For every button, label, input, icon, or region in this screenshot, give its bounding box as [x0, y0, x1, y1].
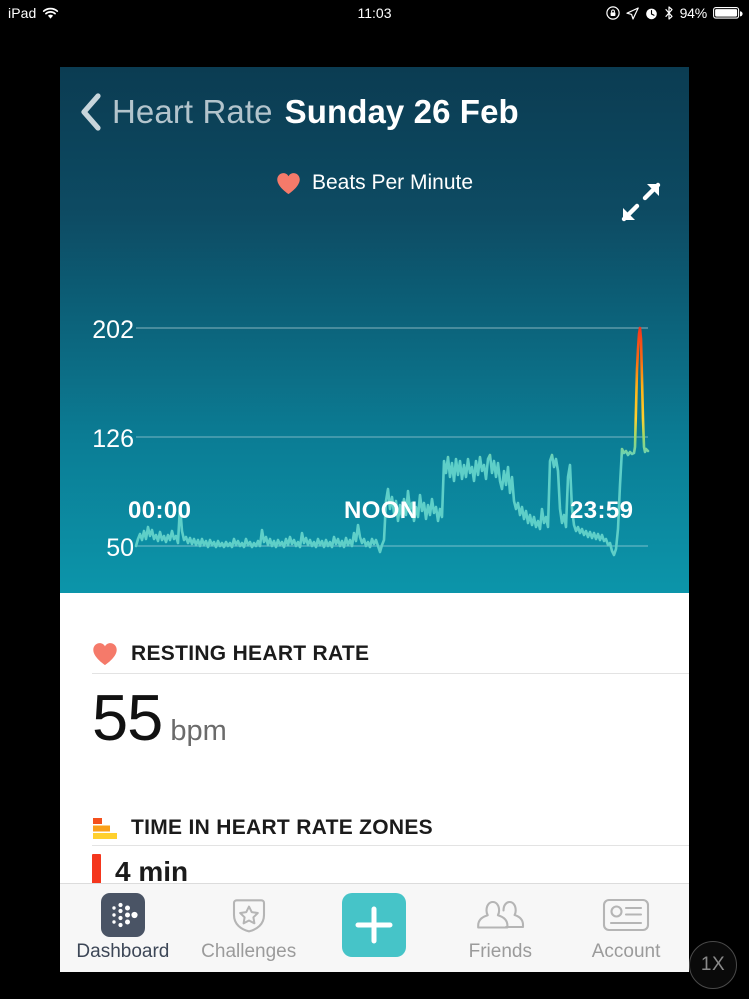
resting-heart-rate-header[interactable]: RESTING HEART RATE: [60, 637, 689, 671]
heart-rate-zones-header[interactable]: TIME IN HEART RATE ZONES: [60, 811, 689, 845]
alarm-clock-icon: [645, 8, 657, 19]
tab-challenges-icon-wrap: [227, 893, 271, 937]
scale-toggle-button[interactable]: 1X: [689, 941, 737, 989]
heart-rate-chart[interactable]: 202 126 50 00:00 NOON 23:59: [60, 209, 689, 593]
tab-account-icon-wrap: [600, 893, 652, 937]
resting-heart-rate-unit: bpm: [170, 715, 227, 747]
card-header: Heart Rate Sunday 26 Feb: [60, 81, 689, 143]
battery-icon: [713, 7, 743, 19]
scale-toggle-label: 1X: [700, 954, 726, 975]
location-arrow-icon: [625, 6, 639, 20]
clock-time: 11:03: [357, 5, 392, 21]
stats-panel: RESTING HEART RATE 55 bpm TIME IN HEART …: [60, 593, 689, 910]
plus-icon: [342, 893, 407, 957]
fitbit-dots-icon: [100, 893, 145, 937]
chart-plot-area: [134, 326, 650, 557]
tab-add[interactable]: [312, 884, 438, 972]
x-axis-label-end: 23:59: [570, 497, 634, 524]
tab-challenges-label: Challenges: [201, 941, 297, 962]
rotation-lock-icon: [605, 6, 620, 20]
page-title-date: Sunday 26 Feb: [284, 93, 519, 130]
heart-icon: [93, 643, 117, 666]
tab-dashboard-label: Dashboard: [76, 941, 170, 962]
id-card-icon: [603, 898, 650, 932]
x-axis-label-middle: NOON: [344, 497, 418, 524]
heart-icon: [277, 172, 300, 194]
divider-resting: [92, 673, 689, 674]
tab-account-label: Account: [591, 941, 661, 962]
tab-bar: Dashboard Challenges Friends Account: [60, 883, 689, 972]
tab-friends-label: Friends: [468, 941, 532, 962]
heart-rate-zones-title: TIME IN HEART RATE ZONES: [131, 816, 433, 839]
divider-zones: [92, 845, 689, 846]
ios-status-bar: iPad 11:03 94%: [0, 0, 749, 26]
fitbit-app-window: Heart Rate Sunday 26 Feb Beats Per Minut…: [60, 26, 689, 972]
metric-legend: Beats Per Minute: [60, 171, 689, 195]
x-axis-label-start: 00:00: [128, 497, 192, 524]
resting-heart-rate-value: 55 bpm: [92, 685, 227, 750]
tab-account[interactable]: Account: [563, 884, 689, 972]
page-title: Heart Rate Sunday 26 Feb: [112, 93, 519, 131]
tab-add-icon-wrap: [342, 893, 407, 957]
tab-friends-icon-wrap: [473, 893, 527, 937]
ipad-screen: iPad 11:03 94% Heart Rate Sunday 26 Feb …: [0, 0, 749, 999]
metric-legend-label: Beats Per Minute: [311, 171, 474, 194]
tab-friends[interactable]: Friends: [437, 884, 563, 972]
status-bar-right: 94%: [605, 0, 743, 26]
resting-heart-rate-title: RESTING HEART RATE: [131, 642, 370, 665]
resting-heart-rate-number: 55: [92, 681, 163, 754]
shield-star-icon: [232, 899, 265, 933]
bar-chart-icon: [93, 818, 117, 839]
back-chevron-icon: [81, 93, 101, 131]
app-top-gap: [60, 26, 689, 67]
tab-dashboard[interactable]: Dashboard: [60, 884, 186, 972]
two-people-icon: [477, 900, 525, 929]
heart-rate-card: Heart Rate Sunday 26 Feb Beats Per Minut…: [60, 67, 689, 593]
bluetooth-icon: [664, 6, 673, 20]
tab-dashboard-icon-wrap: [100, 893, 145, 937]
page-title-label: Heart Rate: [112, 93, 273, 130]
battery-percent-label: 94%: [679, 5, 708, 21]
back-button[interactable]: [78, 92, 104, 132]
tab-challenges[interactable]: Challenges: [186, 884, 312, 972]
